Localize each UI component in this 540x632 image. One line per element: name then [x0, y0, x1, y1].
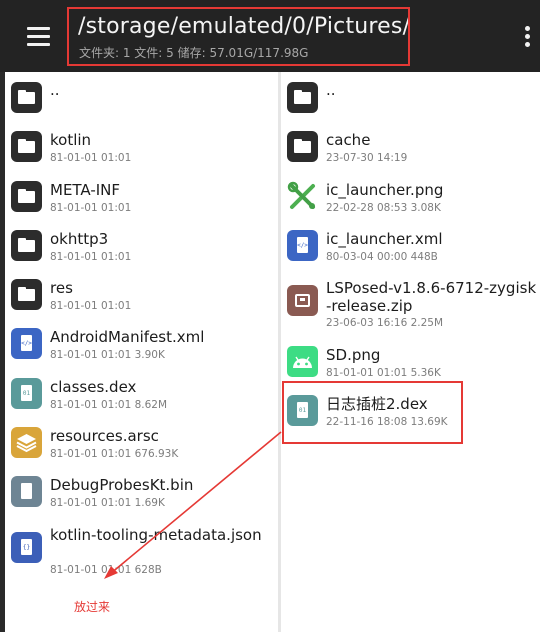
file-name: kotlin [50, 131, 92, 150]
file-list-item[interactable]: ic_launcher.png 22-02-28 08:53 3.08K [281, 171, 540, 220]
file-list-item[interactable]: okhttp3 81-01-01 01:01 [5, 220, 278, 269]
file-list-item[interactable]: 01 classes.dex 81-01-01 01:01 8.62M [5, 368, 278, 417]
parent-directory-item[interactable]: .. [5, 72, 278, 121]
left-file-pane[interactable]: .. kotlin 81-01-01 01:01 META-INF 81-01-01 0… [5, 72, 278, 632]
file-name: ic_launcher.png [326, 180, 444, 199]
annotation-box-path [67, 7, 410, 66]
file-meta: 22-02-28 08:53 3.08K [326, 201, 441, 214]
file-meta: 81-01-01 01:01 676.93K [50, 448, 179, 461]
file-meta: 81-01-01 01:01 [50, 152, 132, 165]
folder-icon [11, 82, 42, 113]
file-name: DebugProbesKt.bin [50, 476, 194, 495]
right-file-pane[interactable]: .. cache 23-07-30 14:19 ic_launcher.png 22-0… [281, 72, 540, 632]
more-options-icon[interactable] [524, 26, 532, 48]
file-meta: 81-01-01 01:01 [50, 250, 132, 263]
file-meta: 81-01-01 01:01 628B [50, 563, 162, 576]
file-list-item[interactable]: kotlin 81-01-01 01:01 [5, 121, 278, 170]
xml-file-icon: </> [11, 328, 42, 360]
file-list-item[interactable]: LSPosed-v1.8.6-6712-zygisk-release.zip 23… [281, 269, 540, 336]
json-file-icon: {} [11, 531, 42, 563]
file-list-item[interactable]: </> ic_launcher.xml 80-03-04 00:00 448B [281, 220, 540, 269]
file-meta: 81-01-01 01:01 8.62M [50, 398, 168, 411]
android-image-icon [287, 346, 318, 378]
file-list-item[interactable]: {} kotlin-tooling-metadata.json 81-01-01 0… [5, 516, 278, 583]
file-list-item[interactable]: SD.png 81-01-01 01:01 5.36K [281, 336, 540, 385]
file-name: res [50, 279, 73, 298]
file-meta: 81-01-01 01:01 [50, 201, 132, 214]
file-name: cache [326, 131, 371, 150]
file-meta: 81-01-01 01:01 [50, 300, 132, 313]
dex-file-icon: 01 [11, 377, 42, 409]
file-name: okhttp3 [50, 229, 109, 248]
folder-icon [11, 131, 42, 163]
file-list-item[interactable]: DebugProbesKt.bin 81-01-01 01:01 1.69K [5, 466, 278, 515]
folder-icon [11, 279, 42, 311]
file-name: LSPosed-v1.8.6-6712-zygisk-release.zip [326, 279, 537, 316]
folder-icon [11, 229, 42, 261]
xml-file-icon: </> [287, 229, 318, 261]
file-meta: 81-01-01 01:01 1.69K [50, 497, 165, 510]
file-list-item[interactable]: resources.arsc 81-01-01 01:01 676.93K [5, 417, 278, 466]
file-name: AndroidManifest.xml [50, 328, 205, 347]
folder-icon [287, 131, 318, 163]
parent-directory-item[interactable]: .. [281, 72, 540, 121]
file-list-item[interactable]: res 81-01-01 01:01 [5, 269, 278, 318]
file-meta: 81-01-01 01:01 5.36K [326, 367, 441, 380]
annotation-note: 放过来 [74, 600, 111, 614]
folder-icon [11, 180, 42, 212]
file-name: SD.png [326, 346, 381, 365]
layers-file-icon [11, 427, 42, 459]
file-name: .. [326, 81, 336, 99]
folder-icon [287, 82, 318, 113]
hamburger-menu-icon[interactable] [27, 27, 50, 46]
file-meta: 81-01-01 01:01 3.90K [50, 349, 165, 362]
file-list-item[interactable]: META-INF 81-01-01 01:01 [5, 171, 278, 220]
file-name: classes.dex [50, 377, 137, 396]
binary-file-icon [11, 476, 42, 508]
file-name: kotlin-tooling-metadata.json [50, 525, 262, 544]
file-name: ic_launcher.xml [326, 229, 443, 248]
file-meta: 23-07-30 14:19 [326, 152, 408, 165]
file-name: .. [50, 81, 60, 99]
file-list-item[interactable]: </> AndroidManifest.xml 81-01-01 01:01 3.9… [5, 318, 278, 367]
file-list-item[interactable]: cache 23-07-30 14:19 [281, 121, 540, 170]
file-meta: 80-03-04 00:00 448B [326, 250, 438, 263]
file-meta: 23-06-03 16:16 2.25M [326, 317, 444, 330]
file-name: resources.arsc [50, 427, 159, 446]
tools-image-icon [287, 181, 318, 212]
file-name: META-INF [50, 180, 121, 199]
zip-archive-icon [287, 285, 318, 317]
annotation-box-file [282, 381, 463, 444]
